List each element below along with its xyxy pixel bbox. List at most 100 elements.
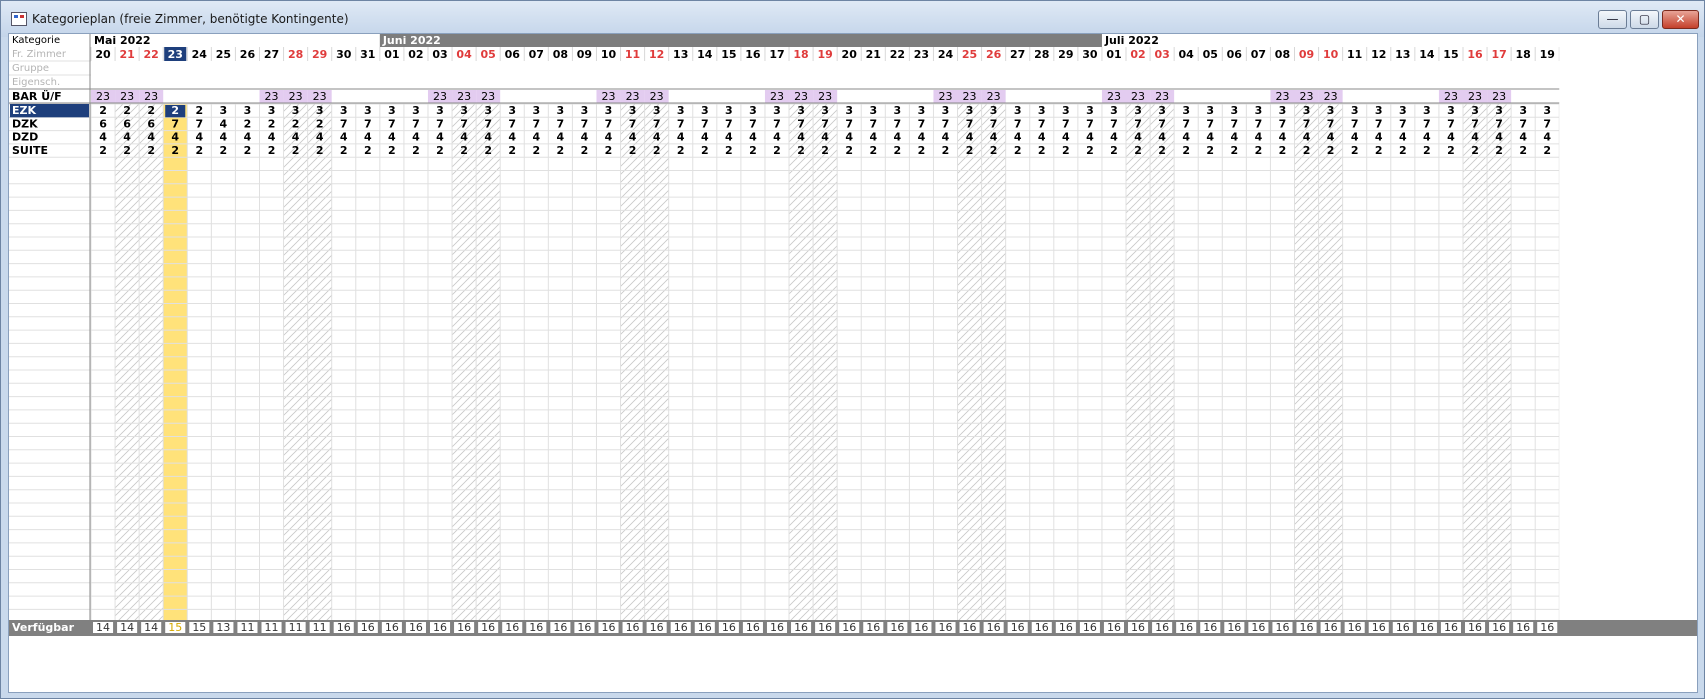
category-cell[interactable]: 2	[1158, 144, 1166, 157]
bar-value[interactable]: 23	[457, 90, 471, 103]
day-header[interactable]: 13	[1395, 48, 1410, 61]
category-cell[interactable]: 3	[316, 104, 324, 117]
category-cell[interactable]: 7	[1399, 117, 1407, 130]
day-header[interactable]: 17	[1491, 48, 1506, 61]
category-cell[interactable]: 3	[894, 104, 902, 117]
bar-value[interactable]: 23	[1492, 90, 1506, 103]
category-cell[interactable]: 3	[629, 104, 637, 117]
category-cell[interactable]: 7	[1182, 117, 1190, 130]
day-header[interactable]: 23	[914, 48, 929, 61]
category-cell[interactable]: 4	[292, 131, 300, 144]
category-cell[interactable]: 2	[1447, 144, 1455, 157]
category-cell[interactable]: 2	[412, 144, 420, 157]
day-header[interactable]: 16	[1467, 48, 1483, 61]
day-header[interactable]: 12	[649, 48, 664, 61]
category-cell[interactable]: 2	[725, 144, 733, 157]
day-header[interactable]: 08	[1275, 48, 1290, 61]
category-cell[interactable]: 4	[1014, 131, 1022, 144]
bar-value[interactable]: 23	[1131, 90, 1145, 103]
category-cell[interactable]: 2	[364, 144, 372, 157]
category-cell[interactable]: 2	[171, 104, 179, 117]
category-cell[interactable]: 3	[1279, 104, 1287, 117]
category-cell[interactable]: 7	[508, 117, 516, 130]
day-header[interactable]: 03	[432, 48, 447, 61]
minimize-button[interactable]: —	[1598, 10, 1627, 29]
day-header[interactable]: 28	[1034, 48, 1049, 61]
bar-value[interactable]: 23	[1155, 90, 1169, 103]
category-cell[interactable]: 4	[340, 131, 348, 144]
category-cell[interactable]: 3	[1110, 104, 1118, 117]
category-cell[interactable]: 7	[436, 117, 444, 130]
category-cell[interactable]: 4	[99, 131, 107, 144]
category-cell[interactable]: 2	[460, 144, 468, 157]
category-cell[interactable]: 2	[436, 144, 444, 157]
day-header[interactable]: 09	[1299, 48, 1314, 61]
bar-value[interactable]: 23	[1324, 90, 1338, 103]
category-cell[interactable]: 7	[1038, 117, 1046, 130]
day-header[interactable]: 01	[384, 48, 399, 61]
category-cell[interactable]: 7	[1255, 117, 1263, 130]
category-cell[interactable]: 4	[1399, 131, 1407, 144]
category-cell[interactable]: 7	[1303, 117, 1311, 130]
category-cell[interactable]: 4	[1543, 131, 1551, 144]
day-header[interactable]: 21	[866, 48, 881, 61]
close-button[interactable]: ✕	[1662, 10, 1699, 29]
category-cell[interactable]: 4	[894, 131, 902, 144]
category-cell[interactable]: 2	[966, 144, 974, 157]
category-cell[interactable]: 2	[1543, 144, 1551, 157]
category-cell[interactable]: 7	[581, 117, 589, 130]
category-cell[interactable]: 7	[1543, 117, 1551, 130]
category-cell[interactable]: 7	[629, 117, 637, 130]
category-cell[interactable]: 2	[1375, 144, 1383, 157]
category-cell[interactable]: 3	[508, 104, 516, 117]
day-header[interactable]: 06	[1227, 48, 1243, 61]
day-header[interactable]: 20	[842, 48, 858, 61]
category-cell[interactable]: 4	[484, 131, 492, 144]
category-cell[interactable]: 7	[171, 117, 179, 130]
category-cell[interactable]: 3	[1519, 104, 1527, 117]
category-cell[interactable]: 7	[340, 117, 348, 130]
category-cell[interactable]: 4	[1230, 131, 1238, 144]
category-cell[interactable]: 4	[1519, 131, 1527, 144]
day-header[interactable]: 15	[1443, 48, 1458, 61]
category-cell[interactable]: 2	[244, 117, 252, 130]
category-cell[interactable]: 7	[1206, 117, 1214, 130]
category-cell[interactable]: 2	[532, 144, 540, 157]
day-header[interactable]: 10	[1323, 48, 1339, 61]
category-cell[interactable]: 3	[966, 104, 974, 117]
category-cell[interactable]: 3	[605, 104, 613, 117]
category-cell[interactable]: 4	[797, 131, 805, 144]
category-cell[interactable]: 3	[1351, 104, 1359, 117]
category-cell[interactable]: 3	[436, 104, 444, 117]
category-cell[interactable]: 3	[1327, 104, 1335, 117]
day-header[interactable]: 18	[1516, 48, 1531, 61]
category-cell[interactable]: 2	[773, 144, 781, 157]
day-header[interactable]: 25	[962, 48, 977, 61]
category-cell[interactable]: 2	[123, 104, 131, 117]
category-cell[interactable]: 2	[869, 144, 877, 157]
category-cell[interactable]: 3	[1543, 104, 1551, 117]
category-cell[interactable]: 7	[1471, 117, 1479, 130]
category-cell[interactable]: 4	[171, 131, 179, 144]
category-cell[interactable]: 2	[845, 144, 853, 157]
category-cell[interactable]: 3	[1255, 104, 1263, 117]
category-cell[interactable]: 2	[123, 144, 131, 157]
category-cell[interactable]: 3	[725, 104, 733, 117]
category-cell[interactable]: 3	[268, 104, 276, 117]
bar-value[interactable]: 23	[602, 90, 616, 103]
bar-value[interactable]: 23	[1444, 90, 1458, 103]
category-cell[interactable]: 3	[1423, 104, 1431, 117]
category-cell[interactable]: 7	[749, 117, 757, 130]
category-cell[interactable]: 3	[220, 104, 228, 117]
category-cell[interactable]: 4	[1038, 131, 1046, 144]
day-header[interactable]: 12	[1371, 48, 1386, 61]
category-cell[interactable]: 2	[653, 144, 661, 157]
category-cell[interactable]: 3	[364, 104, 372, 117]
category-cell[interactable]: 4	[1206, 131, 1214, 144]
category-cell[interactable]: 7	[1279, 117, 1287, 130]
category-cell[interactable]: 7	[773, 117, 781, 130]
month-label[interactable]: Mai 2022	[94, 34, 151, 47]
category-cell[interactable]: 3	[460, 104, 468, 117]
category-cell[interactable]: 3	[1158, 104, 1166, 117]
category-cell[interactable]: 7	[557, 117, 565, 130]
